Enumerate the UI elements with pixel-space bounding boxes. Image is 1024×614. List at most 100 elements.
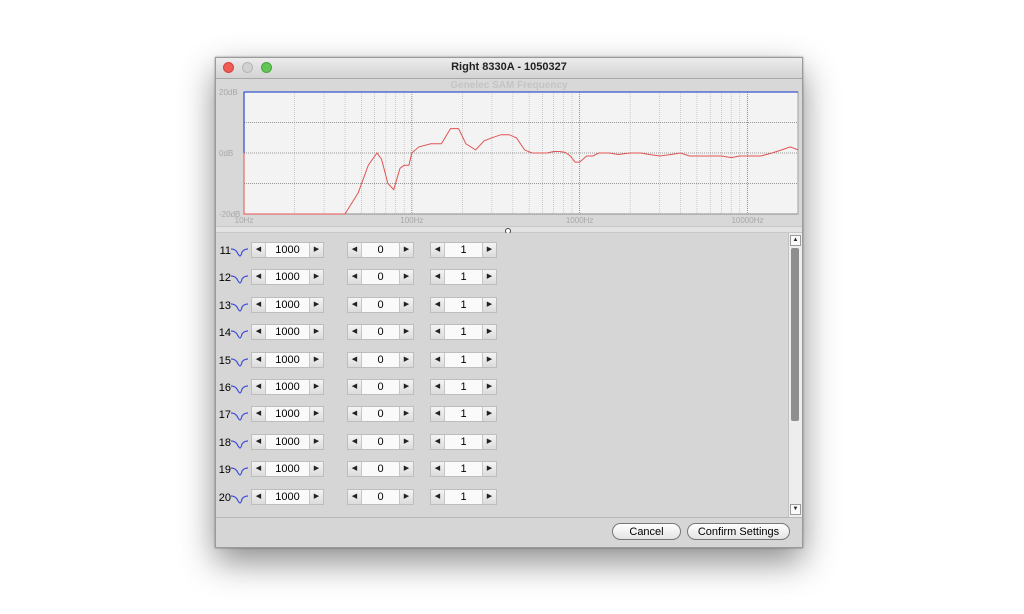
- decrement-arrow-icon[interactable]: ◀: [348, 297, 362, 312]
- notch-filter-icon[interactable]: [231, 247, 248, 257]
- frequency-spinner[interactable]: ◀ 1000 ▶: [251, 242, 324, 258]
- q-spinner[interactable]: ◀ 1 ▶: [430, 296, 497, 313]
- q-spinner[interactable]: ◀ 1 ▶: [430, 379, 497, 395]
- increment-arrow-icon[interactable]: ▶: [399, 325, 413, 340]
- scroll-thumb[interactable]: [791, 248, 799, 421]
- q-spinner-value[interactable]: 1: [444, 243, 483, 257]
- frequency-spinner-value[interactable]: 1000: [265, 462, 310, 476]
- frequency-spinner[interactable]: ◀ 1000 ▶: [251, 379, 324, 395]
- decrement-arrow-icon[interactable]: ◀: [348, 352, 362, 367]
- notch-filter-icon[interactable]: [231, 494, 248, 504]
- notch-filter-icon[interactable]: [231, 411, 248, 421]
- gain-spinner-value[interactable]: 0: [361, 462, 400, 476]
- q-spinner-value[interactable]: 1: [444, 407, 483, 421]
- increment-arrow-icon[interactable]: ▶: [482, 434, 496, 449]
- gain-spinner-value[interactable]: 0: [361, 407, 400, 421]
- gain-spinner[interactable]: ◀ 0 ▶: [347, 351, 414, 368]
- increment-arrow-icon[interactable]: ▶: [309, 325, 323, 340]
- increment-arrow-icon[interactable]: ▶: [309, 489, 323, 504]
- gain-spinner-value[interactable]: 0: [361, 490, 400, 504]
- decrement-arrow-icon[interactable]: ◀: [252, 270, 266, 285]
- q-spinner-value[interactable]: 1: [444, 435, 483, 449]
- frequency-spinner-value[interactable]: 1000: [265, 380, 310, 394]
- gain-spinner[interactable]: ◀ 0 ▶: [347, 461, 414, 478]
- decrement-arrow-icon[interactable]: ◀: [348, 489, 362, 504]
- increment-arrow-icon[interactable]: ▶: [309, 380, 323, 394]
- gain-spinner[interactable]: ◀ 0 ▶: [347, 324, 414, 341]
- increment-arrow-icon[interactable]: ▶: [482, 270, 496, 285]
- decrement-arrow-icon[interactable]: ◀: [348, 380, 362, 394]
- increment-arrow-icon[interactable]: ▶: [399, 270, 413, 285]
- increment-arrow-icon[interactable]: ▶: [309, 297, 323, 312]
- q-spinner-value[interactable]: 1: [444, 353, 483, 367]
- decrement-arrow-icon[interactable]: ◀: [348, 270, 362, 285]
- frequency-spinner-value[interactable]: 1000: [265, 243, 310, 257]
- decrement-arrow-icon[interactable]: ◀: [431, 462, 445, 477]
- notch-filter-icon[interactable]: [231, 329, 248, 339]
- q-spinner[interactable]: ◀ 1 ▶: [430, 242, 497, 258]
- gain-spinner-value[interactable]: 0: [361, 380, 400, 394]
- scroll-up-icon[interactable]: ▲: [790, 235, 801, 246]
- increment-arrow-icon[interactable]: ▶: [309, 243, 323, 257]
- decrement-arrow-icon[interactable]: ◀: [252, 297, 266, 312]
- decrement-arrow-icon[interactable]: ◀: [348, 407, 362, 422]
- increment-arrow-icon[interactable]: ▶: [399, 380, 413, 394]
- notch-filter-icon[interactable]: [231, 274, 248, 284]
- q-spinner-value[interactable]: 1: [444, 298, 483, 312]
- decrement-arrow-icon[interactable]: ◀: [252, 352, 266, 367]
- frequency-spinner[interactable]: ◀ 1000 ▶: [251, 433, 324, 450]
- increment-arrow-icon[interactable]: ▶: [482, 243, 496, 257]
- decrement-arrow-icon[interactable]: ◀: [252, 243, 266, 257]
- gain-spinner[interactable]: ◀ 0 ▶: [347, 488, 414, 505]
- increment-arrow-icon[interactable]: ▶: [399, 407, 413, 422]
- gain-spinner-value[interactable]: 0: [361, 435, 400, 449]
- gain-spinner[interactable]: ◀ 0 ▶: [347, 242, 414, 258]
- gain-spinner-value[interactable]: 0: [361, 298, 400, 312]
- increment-arrow-icon[interactable]: ▶: [309, 434, 323, 449]
- q-spinner-value[interactable]: 1: [444, 380, 483, 394]
- decrement-arrow-icon[interactable]: ◀: [348, 325, 362, 340]
- q-spinner[interactable]: ◀ 1 ▶: [430, 488, 497, 505]
- gain-spinner[interactable]: ◀ 0 ▶: [347, 406, 414, 423]
- gain-spinner[interactable]: ◀ 0 ▶: [347, 269, 414, 286]
- q-spinner-value[interactable]: 1: [444, 462, 483, 476]
- frequency-spinner[interactable]: ◀ 1000 ▶: [251, 269, 324, 286]
- decrement-arrow-icon[interactable]: ◀: [252, 325, 266, 340]
- decrement-arrow-icon[interactable]: ◀: [252, 462, 266, 477]
- decrement-arrow-icon[interactable]: ◀: [348, 434, 362, 449]
- frequency-spinner-value[interactable]: 1000: [265, 325, 310, 339]
- frequency-spinner-value[interactable]: 1000: [265, 270, 310, 284]
- q-spinner[interactable]: ◀ 1 ▶: [430, 269, 497, 286]
- gain-spinner[interactable]: ◀ 0 ▶: [347, 379, 414, 395]
- frequency-spinner[interactable]: ◀ 1000 ▶: [251, 324, 324, 341]
- gain-spinner[interactable]: ◀ 0 ▶: [347, 296, 414, 313]
- scroll-down-icon[interactable]: ▼: [790, 504, 801, 515]
- decrement-arrow-icon[interactable]: ◀: [252, 489, 266, 504]
- frequency-spinner-value[interactable]: 1000: [265, 407, 310, 421]
- title-bar[interactable]: Right 8330A - 1050327: [216, 58, 802, 79]
- decrement-arrow-icon[interactable]: ◀: [431, 352, 445, 367]
- decrement-arrow-icon[interactable]: ◀: [431, 434, 445, 449]
- frequency-spinner-value[interactable]: 1000: [265, 298, 310, 312]
- frequency-spinner[interactable]: ◀ 1000 ▶: [251, 406, 324, 423]
- cancel-button[interactable]: Cancel: [612, 523, 681, 540]
- decrement-arrow-icon[interactable]: ◀: [348, 462, 362, 477]
- gain-spinner[interactable]: ◀ 0 ▶: [347, 433, 414, 450]
- increment-arrow-icon[interactable]: ▶: [482, 352, 496, 367]
- gain-spinner-value[interactable]: 0: [361, 243, 400, 257]
- frequency-spinner[interactable]: ◀ 1000 ▶: [251, 461, 324, 478]
- frequency-spinner[interactable]: ◀ 1000 ▶: [251, 296, 324, 313]
- q-spinner[interactable]: ◀ 1 ▶: [430, 351, 497, 368]
- decrement-arrow-icon[interactable]: ◀: [252, 434, 266, 449]
- increment-arrow-icon[interactable]: ▶: [482, 297, 496, 312]
- q-spinner-value[interactable]: 1: [444, 270, 483, 284]
- frequency-spinner-value[interactable]: 1000: [265, 435, 310, 449]
- increment-arrow-icon[interactable]: ▶: [399, 489, 413, 504]
- frequency-spinner-value[interactable]: 1000: [265, 353, 310, 367]
- decrement-arrow-icon[interactable]: ◀: [431, 407, 445, 422]
- decrement-arrow-icon[interactable]: ◀: [348, 243, 362, 257]
- increment-arrow-icon[interactable]: ▶: [399, 434, 413, 449]
- increment-arrow-icon[interactable]: ▶: [309, 407, 323, 422]
- increment-arrow-icon[interactable]: ▶: [399, 462, 413, 477]
- decrement-arrow-icon[interactable]: ◀: [431, 297, 445, 312]
